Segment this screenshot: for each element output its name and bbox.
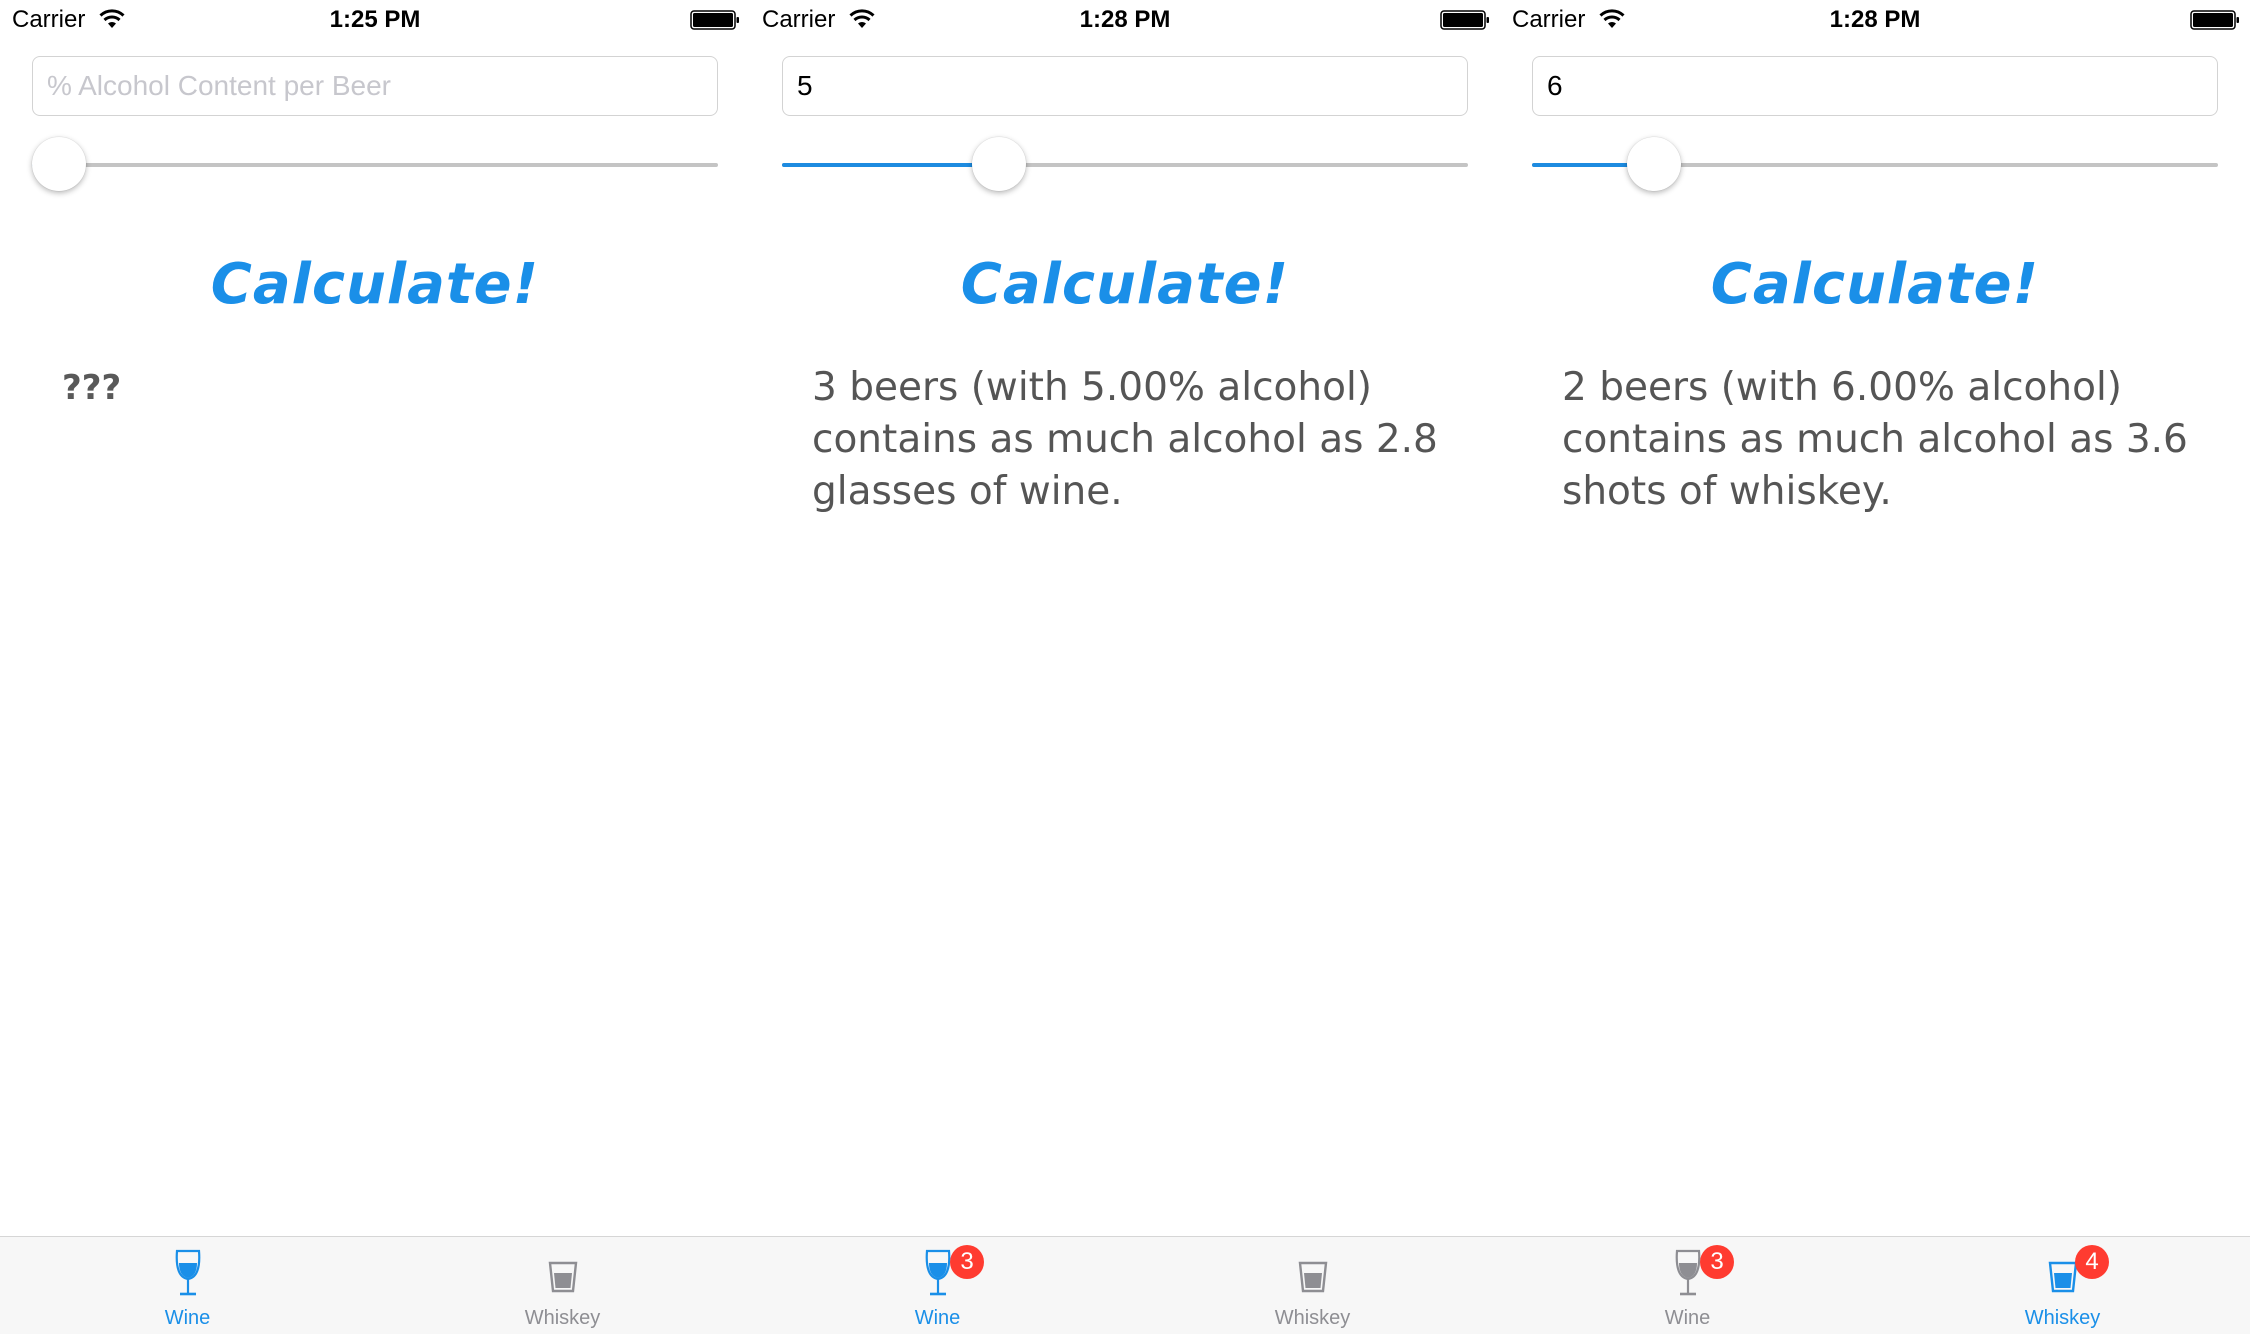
result-label: ??? bbox=[62, 368, 122, 408]
battery-icon bbox=[690, 10, 739, 30]
tab-wine-label: Wine bbox=[914, 1307, 961, 1329]
phone-screen: Carrier 1:28 PM Calculate! 3 beers (with… bbox=[750, 0, 1500, 1334]
slider-track bbox=[32, 163, 718, 167]
slider-thumb[interactable] bbox=[971, 137, 1026, 191]
tab-wine-label: Wine bbox=[164, 1307, 211, 1329]
tab-whiskey-label: Whiskey bbox=[524, 1307, 601, 1329]
clock: 1:28 PM bbox=[1829, 6, 1921, 33]
clock: 1:25 PM bbox=[329, 6, 421, 33]
tab-wine[interactable]: 3 Wine bbox=[750, 1237, 1125, 1334]
battery-icon bbox=[2190, 10, 2239, 30]
status-bar: Carrier 1:28 PM bbox=[750, 0, 1500, 40]
beer-count-slider[interactable] bbox=[1532, 135, 2218, 195]
phone-screen: Carrier 1:25 PM Calculate! ??? bbox=[0, 0, 750, 1334]
calculate-button[interactable]: Calculate! bbox=[1500, 252, 2250, 317]
tab-wine[interactable]: Wine bbox=[0, 1237, 375, 1334]
shot-glass-icon bbox=[548, 1261, 578, 1293]
wine-glass-icon bbox=[175, 1249, 201, 1296]
result-label: 2 beers (with 6.00% alcohol) contains as… bbox=[1562, 365, 2188, 514]
tab-wine[interactable]: 3 Wine bbox=[1500, 1237, 1875, 1334]
wine-badge: 3 bbox=[950, 1245, 984, 1279]
tab-bar: 3 Wine Whiskey bbox=[750, 1236, 1500, 1334]
wine-badge: 3 bbox=[1700, 1245, 1734, 1279]
tab-bar: 3 Wine 4 Whiskey bbox=[1500, 1236, 2250, 1334]
slider-fill bbox=[782, 163, 999, 167]
calculate-button[interactable]: Calculate! bbox=[750, 252, 1500, 317]
tab-whiskey[interactable]: 4 Whiskey bbox=[1875, 1237, 2250, 1334]
alcohol-content-input[interactable] bbox=[1532, 56, 2218, 116]
whiskey-badge: 4 bbox=[2075, 1245, 2109, 1279]
beer-count-slider[interactable] bbox=[782, 135, 1468, 195]
alcohol-content-input[interactable] bbox=[32, 56, 718, 116]
clock: 1:28 PM bbox=[1079, 6, 1171, 33]
slider-thumb[interactable] bbox=[1626, 137, 1681, 191]
shot-glass-icon bbox=[1298, 1261, 1328, 1293]
result-label: 3 beers (with 5.00% alcohol) contains as… bbox=[812, 365, 1438, 514]
slider-thumb[interactable] bbox=[32, 137, 86, 191]
phone-screen: Carrier 1:28 PM Calculate! 2 beers (with… bbox=[1500, 0, 2250, 1334]
beer-count-slider[interactable] bbox=[32, 135, 718, 195]
tab-whiskey[interactable]: Whiskey bbox=[1125, 1237, 1500, 1334]
alcohol-content-input[interactable] bbox=[782, 56, 1468, 116]
calculate-button[interactable]: Calculate! bbox=[0, 252, 750, 317]
status-bar: Carrier 1:25 PM bbox=[0, 0, 750, 40]
battery-icon bbox=[1440, 10, 1489, 30]
status-bar: Carrier 1:28 PM bbox=[1500, 0, 2250, 40]
tab-whiskey[interactable]: Whiskey bbox=[375, 1237, 750, 1334]
tab-wine-label: Wine bbox=[1664, 1307, 1711, 1329]
tab-bar: Wine Whiskey bbox=[0, 1236, 750, 1334]
tab-whiskey-label: Whiskey bbox=[2024, 1307, 2101, 1329]
tab-whiskey-label: Whiskey bbox=[1274, 1307, 1351, 1329]
